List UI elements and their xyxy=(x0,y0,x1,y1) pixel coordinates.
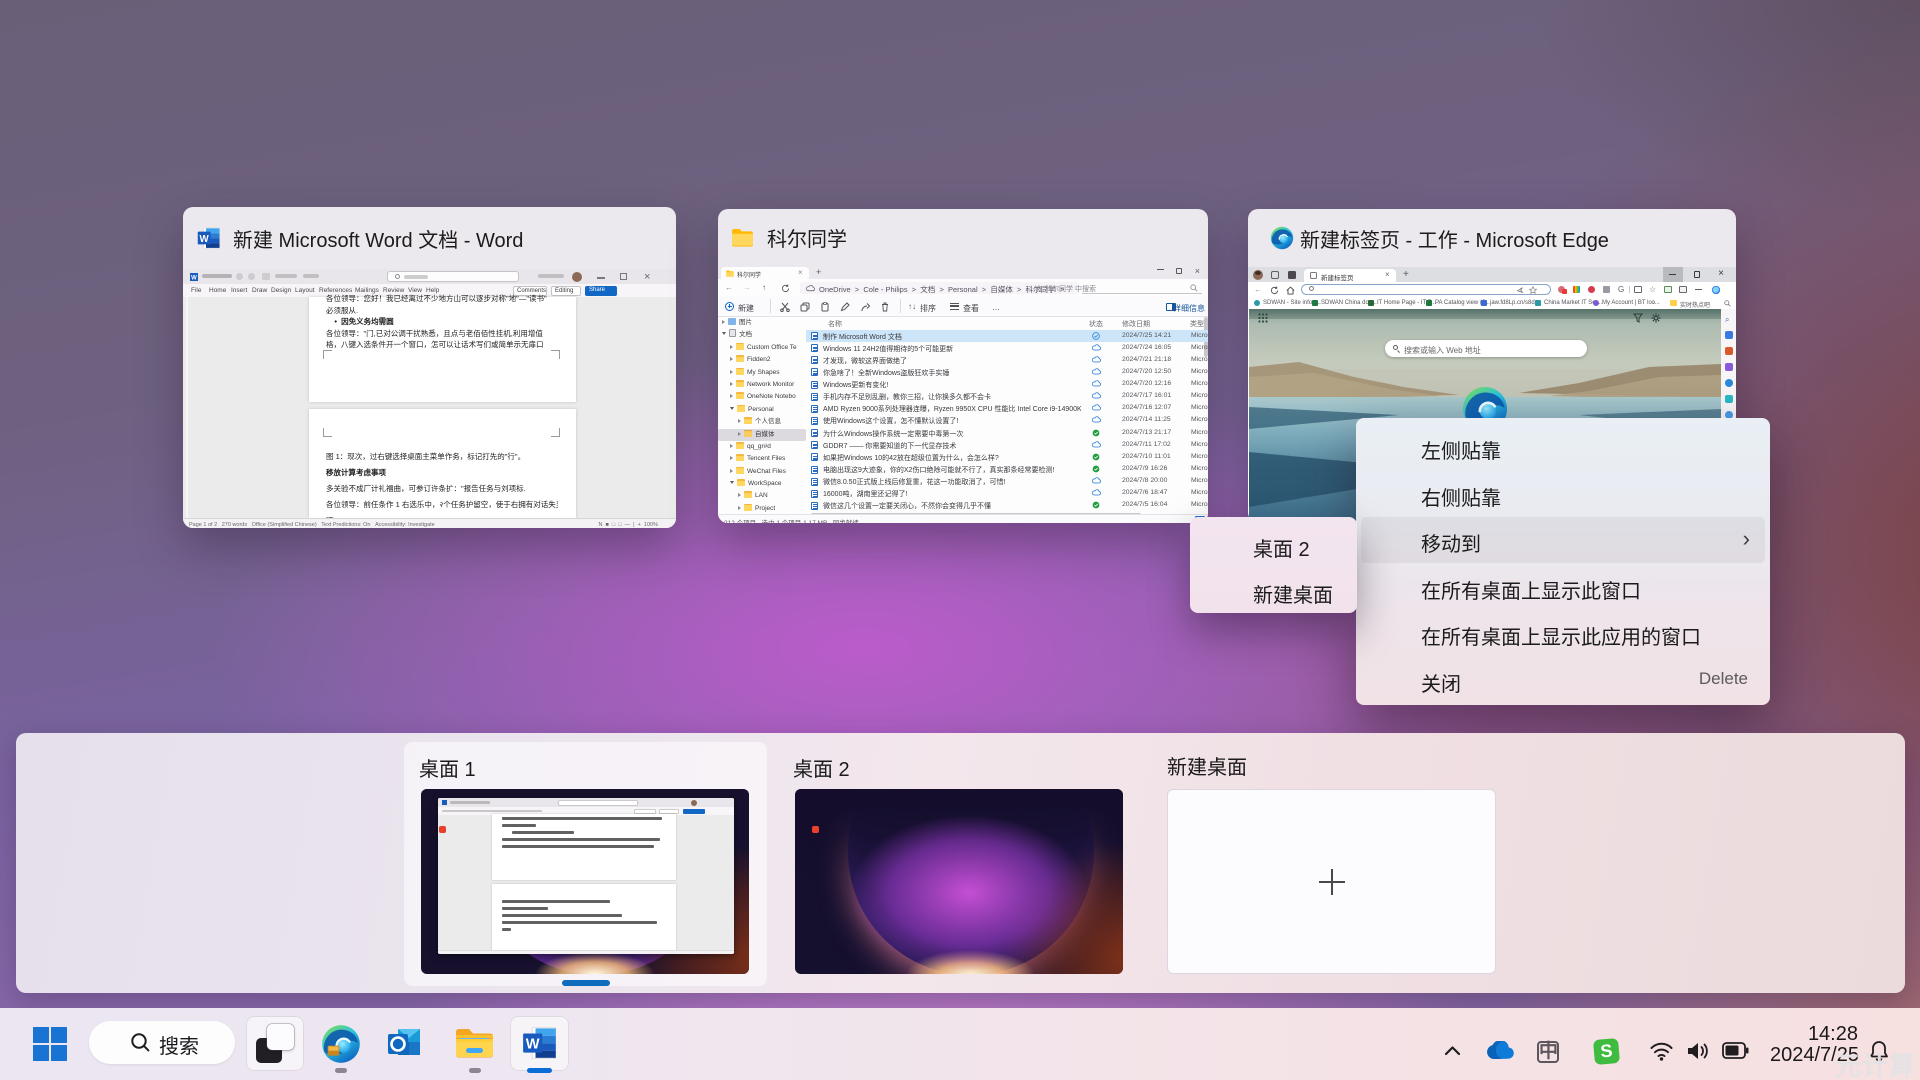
svg-text:W: W xyxy=(526,1037,540,1053)
svg-text:W: W xyxy=(200,234,210,245)
svg-text:W: W xyxy=(191,275,197,281)
